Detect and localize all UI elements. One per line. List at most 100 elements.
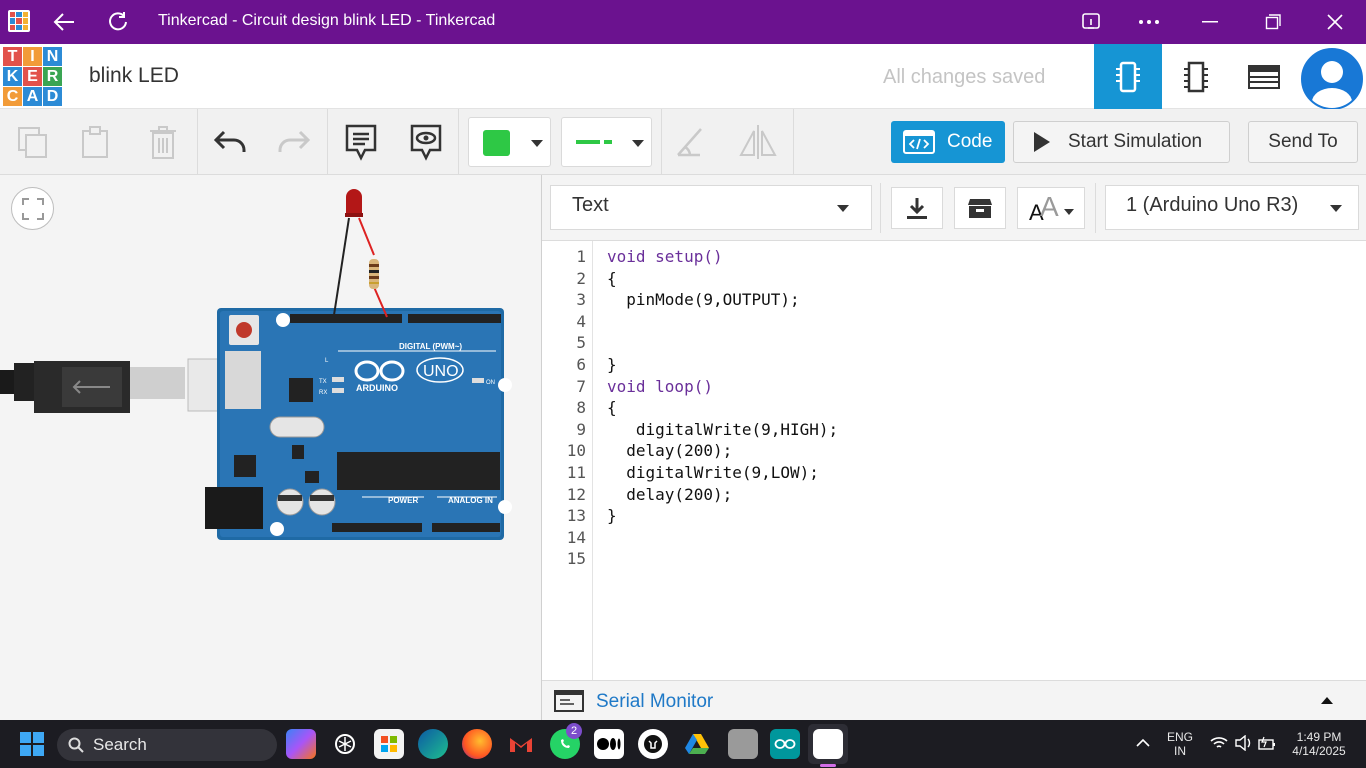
code-button[interactable]: Code <box>891 121 1005 163</box>
notes-visibility-icon[interactable] <box>403 119 449 165</box>
close-icon[interactable] <box>1312 0 1358 44</box>
language-line: IN <box>1174 744 1186 758</box>
wifi-icon[interactable] <box>1210 736 1228 750</box>
device-value: 1 (Arduino Uno R3) <box>1126 194 1299 216</box>
google-drive-icon[interactable] <box>682 729 712 759</box>
library-button[interactable] <box>954 187 1006 229</box>
flip-icon[interactable] <box>735 119 781 165</box>
paste-icon[interactable] <box>73 119 119 165</box>
volume-icon[interactable] <box>1234 735 1252 751</box>
user-avatar[interactable] <box>1301 48 1363 110</box>
taskbar-search[interactable]: Search <box>57 729 277 761</box>
medium-icon[interactable] <box>594 729 624 759</box>
refresh-icon[interactable] <box>95 0 141 44</box>
tx-label: TX <box>319 379 327 385</box>
on-label: ON <box>486 380 495 386</box>
arduino-uno-board[interactable] <box>205 308 512 540</box>
gmail-icon[interactable] <box>506 729 536 759</box>
device-dropdown[interactable]: 1 (Arduino Uno R3) <box>1105 185 1359 230</box>
start-menu-icon[interactable] <box>20 732 44 756</box>
library-box-icon <box>968 199 992 218</box>
serial-monitor-bar[interactable]: Serial Monitor <box>542 680 1366 720</box>
arduino-ide-icon[interactable] <box>770 729 800 759</box>
tinkercad-taskbar-icon[interactable] <box>813 729 843 759</box>
language-line: ENG <box>1166 730 1193 744</box>
code-line: { <box>607 398 617 417</box>
notes-icon[interactable] <box>338 119 384 165</box>
code-line: void setup() <box>607 247 723 266</box>
code-line: delay(200); <box>607 441 733 460</box>
tinkercad-logo[interactable]: T I N K E R C A D <box>3 47 62 106</box>
rotate-icon[interactable] <box>667 119 713 165</box>
language-indicator[interactable]: ENG IN <box>1162 730 1198 758</box>
battery-icon[interactable] <box>1258 735 1276 751</box>
wire-type-dropdown[interactable] <box>561 117 652 167</box>
search-label: Search <box>93 735 147 754</box>
logo-letter: A <box>23 87 42 106</box>
power-label: POWER <box>388 496 418 505</box>
chevron-down-icon <box>1330 205 1342 212</box>
logo-letter: C <box>3 87 22 106</box>
github-icon[interactable] <box>638 729 668 759</box>
red-led[interactable] <box>345 189 363 217</box>
ground-wire[interactable] <box>333 217 350 316</box>
code-line: digitalWrite(9,LOW); <box>607 463 819 482</box>
firefox-icon[interactable] <box>462 729 492 759</box>
logo-letter: E <box>23 67 42 86</box>
code-text-area[interactable]: void setup() { pinMode(9,OUTPUT); } void… <box>542 241 1366 681</box>
copy-icon[interactable] <box>10 119 56 165</box>
download-code-button[interactable] <box>891 187 943 229</box>
minimize-icon[interactable] <box>1187 0 1233 44</box>
serial-monitor-icon <box>554 690 584 712</box>
undo-icon[interactable] <box>207 119 253 165</box>
code-line: void loop() <box>607 377 713 396</box>
logo-letter: D <box>43 87 62 106</box>
code-line: } <box>607 506 617 525</box>
svg-text:A: A <box>1040 193 1059 222</box>
digital-label: DIGITAL (PWM~) <box>399 342 462 351</box>
chevron-up-icon[interactable] <box>1321 697 1333 704</box>
play-icon <box>1034 132 1050 152</box>
serial-monitor-label: Serial Monitor <box>596 691 714 712</box>
notification-badge: 2 <box>566 723 582 739</box>
schematic-view-button[interactable] <box>1162 44 1230 109</box>
window-titlebar: Tinkercad - Circuit design blink LED - T… <box>0 0 1366 44</box>
wire-color-dropdown[interactable] <box>468 117 551 167</box>
app-placeholder-icon[interactable] <box>728 729 758 759</box>
logo-letter: I <box>23 47 42 66</box>
copilot-icon[interactable] <box>286 729 316 759</box>
edge-icon[interactable] <box>418 729 448 759</box>
show-hidden-icons-icon[interactable] <box>1136 738 1150 748</box>
whatsapp-icon[interactable]: 2 <box>550 723 582 759</box>
save-status: All changes saved <box>883 66 1046 88</box>
clock[interactable]: 1:49 PM 4/14/2025 <box>1284 730 1354 758</box>
search-icon <box>68 737 84 753</box>
start-simulation-button[interactable]: Start Simulation <box>1013 121 1230 163</box>
circuit-drawing: DIGITAL (PWM~) ARDUINO UNO POWER ANALOG … <box>0 189 512 540</box>
back-arrow-icon[interactable] <box>41 0 87 44</box>
more-options-icon[interactable] <box>1126 0 1172 44</box>
circuit-canvas[interactable]: DIGITAL (PWM~) ARDUINO UNO POWER ANALOG … <box>0 175 541 720</box>
chatgpt-icon[interactable] <box>330 729 360 759</box>
code-mode-dropdown[interactable]: Text <box>550 185 872 230</box>
code-mode-value: Text <box>572 194 609 216</box>
resistor[interactable] <box>369 259 379 289</box>
redo-icon[interactable] <box>271 119 317 165</box>
logo-letter: K <box>3 67 22 86</box>
component-list-button[interactable] <box>1230 44 1298 109</box>
code-panel-toolbar: Text AA 1 (Arduino Uno R3) <box>542 175 1366 241</box>
app-options-icon[interactable] <box>1068 0 1114 44</box>
delete-icon[interactable] <box>140 119 186 165</box>
maximize-icon[interactable] <box>1250 0 1296 44</box>
code-line: digitalWrite(9,HIGH); <box>607 420 839 439</box>
download-icon <box>907 198 927 219</box>
send-to-button[interactable]: Send To <box>1248 121 1358 163</box>
chevron-down-icon <box>531 140 543 147</box>
circuit-view-button[interactable] <box>1094 44 1162 109</box>
chevron-down-icon <box>632 140 644 147</box>
font-size-dropdown[interactable]: AA <box>1017 187 1085 229</box>
microsoft-store-icon[interactable] <box>374 729 404 759</box>
project-name[interactable]: blink LED <box>89 64 179 88</box>
color-swatch <box>483 130 510 156</box>
code-line: pinMode(9,OUTPUT); <box>607 290 800 309</box>
